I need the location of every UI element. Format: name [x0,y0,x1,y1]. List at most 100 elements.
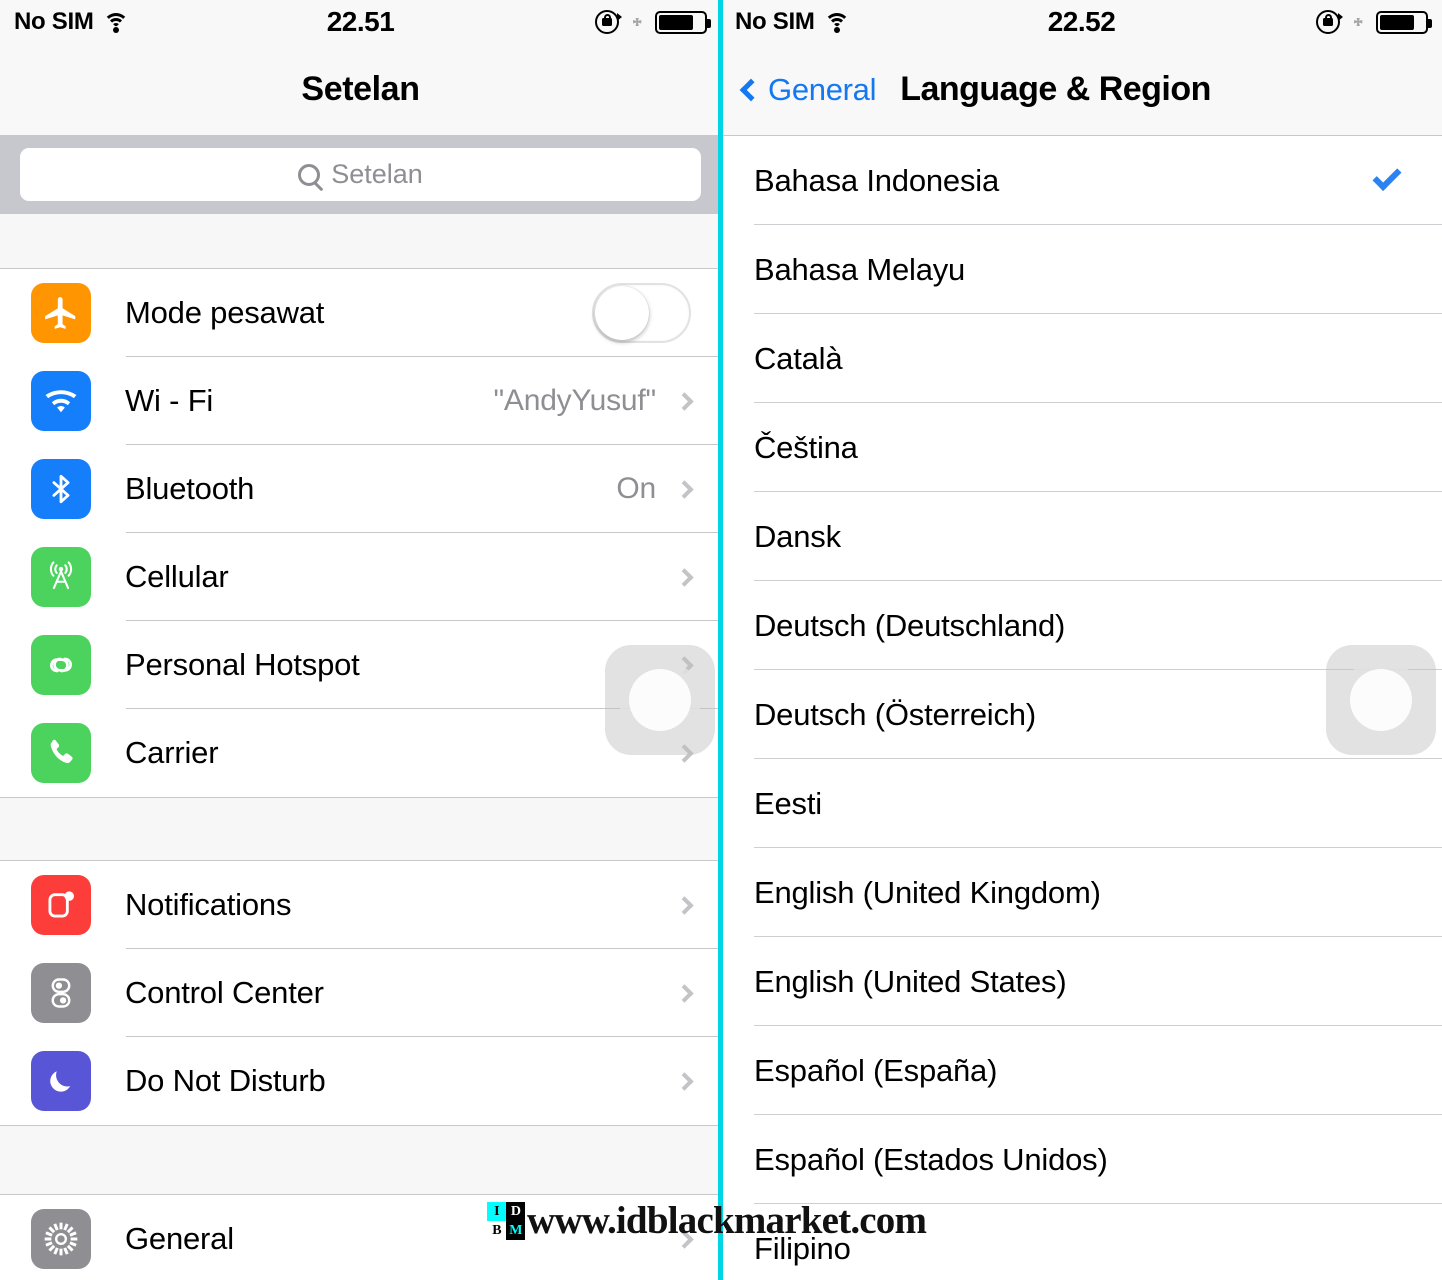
assistive-touch-inner-circle [1350,669,1412,731]
wifi-network-value: "AndyYusuf" [493,384,656,417]
language-row-catala[interactable]: Català [721,314,1442,403]
right-status-bar: No SIM 22.52 ᛭ [721,0,1442,44]
settings-row-label: Do Not Disturb [125,1063,326,1098]
language-row-english-us[interactable]: English (United States) [721,937,1442,1026]
search-placeholder: Setelan [331,159,423,189]
rotation-lock-icon [595,10,623,34]
battery-icon [655,10,711,34]
airplane-mode-toggle[interactable] [592,283,691,343]
gear-icon [31,1209,91,1269]
settings-row-label: Carrier [125,735,219,770]
left-status-bar: No SIM 22.51 ᛭ [0,0,721,44]
row-accessory [675,895,721,915]
settings-row-label: Wi - Fi [125,383,214,418]
logo-cell-d: D [506,1201,525,1221]
chevron-right-icon [675,1071,694,1091]
language-label: Deutsch (Deutschland) [754,607,1066,643]
settings-row-do-not-disturb[interactable]: Do Not Disturb [0,1037,721,1125]
language-row-espanol-estados-unidos[interactable]: Español (Estados Unidos) [721,1115,1442,1204]
settings-row-label: Bluetooth [125,471,255,506]
logo-cell-b: B [487,1220,506,1240]
airplane-icon [31,283,91,343]
row-accessory [675,983,721,1003]
back-button-label: General [768,71,877,107]
row-accessory [656,567,721,587]
language-label: Bahasa Indonesia [754,162,999,198]
screenshot-divider [718,0,723,1280]
notifications-icon [31,875,91,935]
settings-row-airplane-mode[interactable]: Mode pesawat [0,269,721,357]
language-row-espanol-espana[interactable]: Español (España) [721,1026,1442,1115]
row-accessory: On [616,472,721,506]
logo-cell-i: I [487,1201,506,1221]
settings-row-cellular[interactable]: Cellular [0,533,721,621]
status-bar-right: ᛭ [1316,7,1432,37]
carrier-label: No SIM [14,8,94,35]
chevron-left-icon [739,78,763,101]
page-title: Language & Region [900,70,1211,108]
language-row-bahasa-melayu[interactable]: Bahasa Melayu [721,225,1442,314]
checkmark-icon [1372,162,1402,191]
chevron-right-icon [675,983,694,1003]
settings-row-label: Control Center [125,975,324,1010]
language-label: Deutsch (Österreich) [754,696,1036,732]
settings-row-wifi[interactable]: Wi - Fi "AndyYusuf" [0,357,721,445]
assistive-touch-outer-ring [619,659,701,741]
bluetooth-state-value: On [616,472,656,505]
bluetooth-icon: ᛭ [629,7,645,37]
left-nav-bar: Setelan [0,44,721,136]
watermark: I D B M www.idblackmarket.com [487,1198,927,1243]
settings-row-label: Mode pesawat [125,295,325,330]
settings-group-notifications: Notifications Control Center Do Not Dist… [0,861,721,1125]
language-label: Dansk [754,518,841,554]
group-spacer-top [0,213,721,269]
assistive-touch-inner-circle [629,669,691,731]
row-accessory [675,1071,721,1091]
search-bar-container: Setelan [0,136,721,213]
back-button[interactable]: General [739,71,877,108]
cellular-icon [31,547,91,607]
assistive-touch-button[interactable] [1326,645,1436,755]
language-label: Español (Estados Unidos) [754,1141,1108,1177]
row-accessory: "AndyYusuf" [493,384,721,418]
bluetooth-icon [31,459,91,519]
language-label: Čeština [754,429,858,465]
rotation-lock-icon [1316,10,1344,34]
row-accessory [592,283,721,343]
settings-row-label: General [125,1221,234,1256]
left-settings-screen: No SIM 22.51 ᛭ Setelan Setelan Mode pesa… [0,0,721,1280]
language-row-dansk[interactable]: Dansk [721,492,1442,581]
language-row-bahasa-indonesia[interactable]: Bahasa Indonesia [721,136,1442,225]
language-label: English (United Kingdom) [754,874,1101,910]
settings-row-control-center[interactable]: Control Center [0,949,721,1037]
settings-row-label: Cellular [125,559,229,594]
search-icon [298,163,321,186]
language-label: Español (España) [754,1052,998,1088]
language-label: English (United States) [754,963,1067,999]
group-spacer-middle [0,797,721,861]
chevron-right-icon [675,391,694,411]
wifi-icon [823,12,850,33]
assistive-touch-button[interactable] [605,645,715,755]
language-row-eesti[interactable]: Eesti [721,759,1442,848]
wifi-icon [31,371,91,431]
language-label: Català [754,340,843,376]
control-center-icon [31,963,91,1023]
battery-icon [1376,10,1432,34]
language-label: Bahasa Melayu [754,251,966,287]
right-language-region-screen: No SIM 22.52 ᛭ General Language & Region [721,0,1442,1280]
watermark-logo-icon: I D B M [487,1201,525,1240]
settings-row-notifications[interactable]: Notifications [0,861,721,949]
phone-icon [31,723,91,783]
settings-row-label: Personal Hotspot [125,647,360,682]
chevron-right-icon [675,479,694,499]
language-row-english-uk[interactable]: English (United Kingdom) [721,848,1442,937]
wifi-icon [102,12,129,33]
language-row-cestina[interactable]: Čeština [721,403,1442,492]
bluetooth-icon: ᛭ [1350,7,1366,37]
right-nav-bar: General Language & Region [721,44,1442,136]
status-bar-left: No SIM [735,8,850,36]
settings-row-bluetooth[interactable]: Bluetooth On [0,445,721,533]
search-input[interactable]: Setelan [20,148,701,201]
logo-cell-m: M [506,1220,525,1240]
